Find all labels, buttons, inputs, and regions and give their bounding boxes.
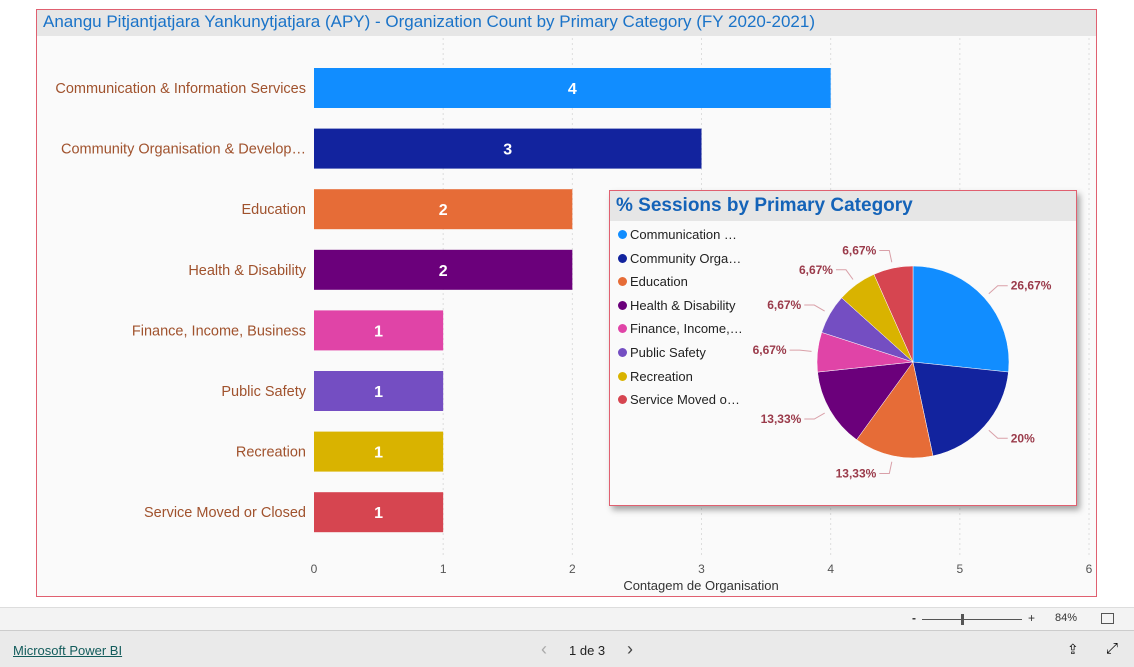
- zoom-slider-thumb[interactable]: [961, 614, 964, 625]
- pie-data-label: 6,67%: [842, 243, 876, 257]
- x-tick-label: 4: [827, 562, 834, 576]
- x-tick-label: 0: [311, 562, 318, 576]
- category-label: Health & Disability: [188, 263, 306, 279]
- pie-data-label: 13,33%: [761, 412, 802, 426]
- report-canvas: Anangu Pitjantjatjara Yankunytjatjara (A…: [0, 0, 1134, 607]
- bar-data-label: 2: [439, 202, 448, 219]
- pie-data-label: 6,67%: [767, 298, 801, 312]
- page-indicator: 1 de 3: [569, 643, 606, 658]
- pie-slice: [912, 265, 1010, 373]
- pie-data-label: 6,67%: [799, 263, 833, 277]
- zoom-out-button[interactable]: -: [912, 611, 916, 625]
- bar-data-label: 1: [374, 445, 383, 462]
- zoom-bar: - + 84%: [0, 607, 1134, 631]
- x-axis-title: Contagem de Organisation: [623, 578, 778, 593]
- x-tick-label: 6: [1086, 562, 1093, 576]
- prev-page-button[interactable]: ‹: [541, 639, 547, 660]
- leader-line: [804, 304, 825, 312]
- leader-line: [988, 429, 1008, 439]
- x-tick-label: 5: [956, 562, 963, 576]
- power-bi-link[interactable]: Microsoft Power BI: [13, 643, 122, 658]
- zoom-slider[interactable]: [922, 619, 1022, 620]
- leader-line: [789, 349, 812, 352]
- category-label: Recreation: [236, 445, 306, 461]
- pie-data-label: 13,33%: [836, 467, 877, 481]
- pie-chart-visual[interactable]: % Sessions by Primary Category Communica…: [609, 190, 1077, 506]
- zoom-level: 84%: [1055, 612, 1078, 624]
- category-label: Finance, Income, Business: [132, 323, 306, 339]
- x-tick-label: 2: [569, 562, 576, 576]
- zoom-in-button[interactable]: +: [1028, 611, 1035, 625]
- bar-data-label: 2: [439, 263, 448, 280]
- bar-data-label: 3: [503, 142, 512, 159]
- bar-data-label: 4: [568, 81, 577, 98]
- pie-data-label: 20%: [1011, 431, 1035, 445]
- leader-line: [879, 249, 893, 263]
- pie-data-label: 6,67%: [753, 343, 787, 357]
- bar-data-label: 1: [374, 505, 383, 522]
- leader-line: [988, 285, 1008, 295]
- category-label: Education: [242, 202, 307, 218]
- category-label: Community Organisation & Develop…: [61, 142, 306, 158]
- leader-line: [879, 461, 893, 475]
- footer: Microsoft Power BI ‹ 1 de 3 › ⇪ ⤢: [0, 631, 1134, 667]
- leader-line: [804, 412, 825, 420]
- category-label: Communication & Information Services: [55, 81, 306, 97]
- share-icon[interactable]: ⇪: [1067, 641, 1079, 658]
- x-tick-label: 3: [698, 562, 705, 576]
- category-label: Service Moved or Closed: [144, 505, 306, 521]
- fit-to-page-icon[interactable]: [1101, 613, 1114, 624]
- fullscreen-icon[interactable]: ⤢: [1106, 640, 1118, 657]
- category-label: Public Safety: [221, 384, 306, 400]
- leader-line: [835, 269, 854, 280]
- next-page-button[interactable]: ›: [627, 639, 633, 660]
- bar-data-label: 1: [374, 384, 383, 401]
- pie-data-label: 26,67%: [1011, 279, 1052, 293]
- pie-chart: 26,67% 20% 13,33% 13,33% 6,67% 6,67% 6,67% 6,67…: [753, 243, 1052, 481]
- pie-title: % Sessions by Primary Category: [610, 191, 1076, 221]
- x-tick-label: 1: [440, 562, 447, 576]
- bar-data-label: 1: [374, 323, 383, 340]
